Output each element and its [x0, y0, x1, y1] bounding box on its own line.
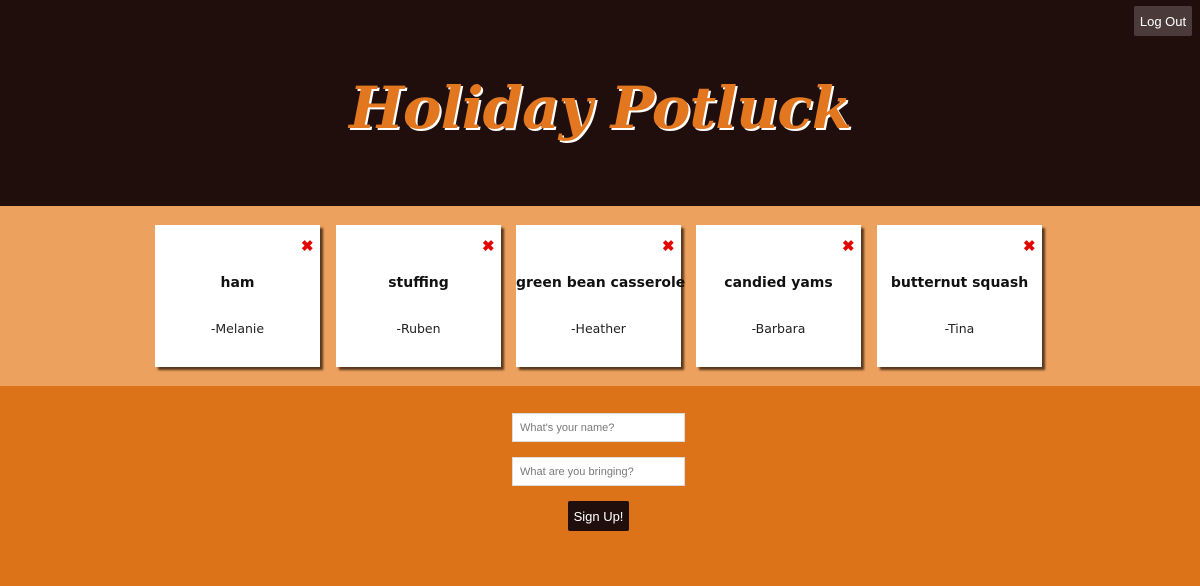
potluck-card: ✖ butternut squash -Tina: [877, 225, 1042, 367]
person-name: -Tina: [944, 321, 975, 336]
signup-button[interactable]: Sign Up!: [568, 501, 629, 531]
potluck-card-list: ✖ ham -Melanie ✖ stuffing -Ruben ✖ green…: [155, 225, 1045, 367]
close-icon[interactable]: ✖: [842, 239, 855, 254]
name-input[interactable]: [512, 413, 685, 442]
page-header: Log Out Holiday Potluck: [0, 0, 1200, 206]
dish-name: ham: [220, 275, 255, 291]
page-title: Holiday Potluck: [349, 74, 852, 142]
close-icon[interactable]: ✖: [301, 239, 314, 254]
person-name: -Heather: [571, 321, 626, 336]
person-name: -Melanie: [210, 321, 265, 336]
dish-input[interactable]: [512, 457, 685, 486]
potluck-card: ✖ green bean casserole -Heather: [516, 225, 686, 367]
close-icon[interactable]: ✖: [662, 239, 675, 254]
dish-name: candied yams: [724, 275, 833, 291]
potluck-card: ✖ stuffing -Ruben: [336, 225, 501, 367]
person-name: -Barbara: [751, 321, 806, 336]
potluck-list-section: ✖ ham -Melanie ✖ stuffing -Ruben ✖ green…: [0, 206, 1200, 386]
person-name: -Ruben: [396, 321, 441, 336]
dish-name: butternut squash: [890, 275, 1029, 291]
dish-name: green bean casserole: [516, 275, 686, 291]
potluck-card: ✖ candied yams -Barbara: [696, 225, 861, 367]
dish-name: stuffing: [388, 275, 449, 291]
close-icon[interactable]: ✖: [482, 239, 495, 254]
potluck-card: ✖ ham -Melanie: [155, 225, 320, 367]
signup-form: Sign Up!: [0, 386, 1200, 586]
close-icon[interactable]: ✖: [1023, 239, 1036, 254]
logout-button[interactable]: Log Out: [1134, 6, 1192, 36]
